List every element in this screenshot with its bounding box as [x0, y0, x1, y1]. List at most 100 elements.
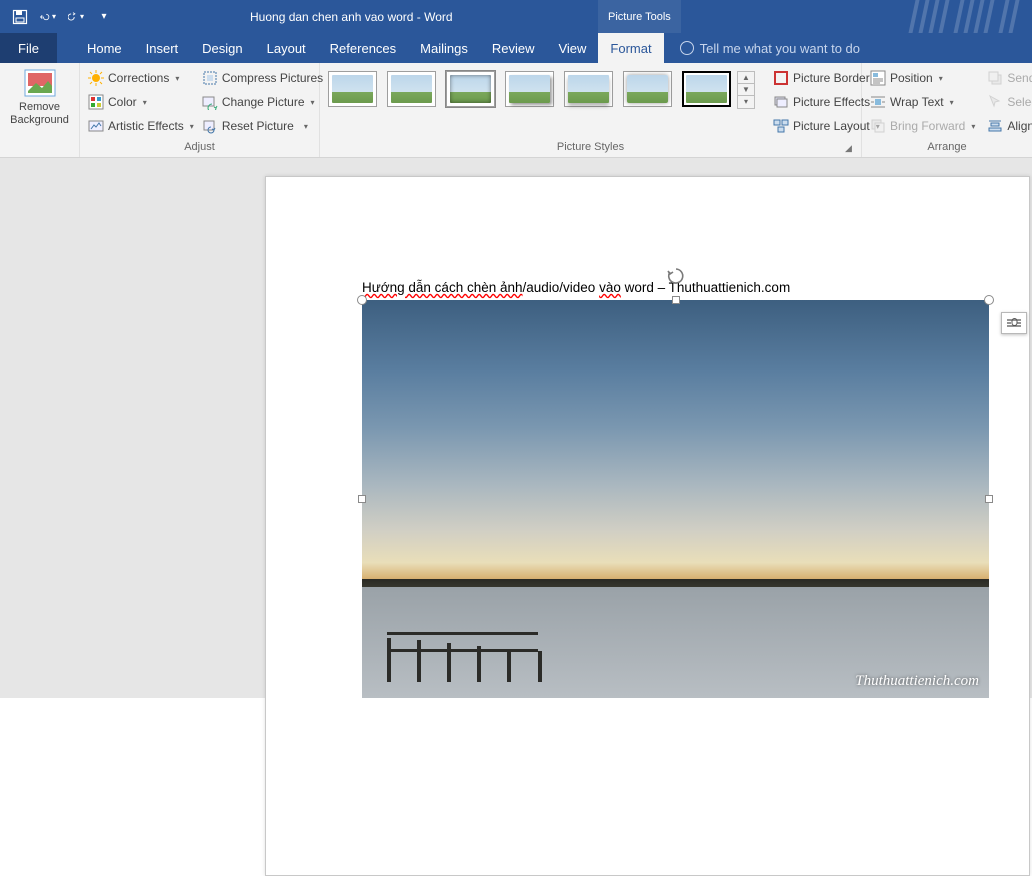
selection-pane-icon: [987, 94, 1003, 110]
picture-effects-icon: [773, 94, 789, 110]
handle-w[interactable]: [358, 495, 366, 503]
picture-border-label: Picture Border: [793, 71, 870, 85]
remove-background-button[interactable]: RemoveBackground: [8, 67, 71, 127]
styles-dialog-launcher[interactable]: ◢: [845, 143, 857, 155]
group-remove-bg: RemoveBackground: [0, 63, 80, 157]
wrap-text-button[interactable]: Wrap Text▾: [870, 91, 975, 113]
bring-forward-label: Bring Forward: [890, 119, 965, 133]
doc-text-c: vào: [599, 280, 621, 295]
ribbon-tabs: File Home Insert Design Layout Reference…: [0, 33, 1032, 63]
artistic-effects-button[interactable]: Artistic Effects▾: [88, 115, 194, 137]
reset-icon: [202, 118, 218, 134]
change-picture-icon: [202, 94, 218, 110]
ribbon: RemoveBackground Corrections▾ Color▾ Art…: [0, 63, 1032, 158]
image-content: Thuthuattienich.com: [362, 300, 989, 698]
tab-design[interactable]: Design: [190, 33, 254, 63]
selection-pane-button[interactable]: Select: [987, 91, 1032, 113]
gallery-down-button[interactable]: ▼: [738, 84, 754, 96]
picture-border-icon: [773, 70, 789, 86]
tab-references[interactable]: References: [318, 33, 408, 63]
style-thumb-4[interactable]: [505, 71, 554, 107]
picture-styles-gallery: ▲ ▼ ▾: [328, 67, 755, 109]
position-icon: [870, 70, 886, 86]
artistic-icon: [88, 118, 104, 134]
group-picture-styles: ▲ ▼ ▾ Picture Border▾ Picture Effects▾ P…: [320, 63, 862, 157]
title-bar: ▾ ▾ ▾ Huong dan chen anh vao word - Word…: [0, 0, 1032, 33]
gallery-up-button[interactable]: ▲: [738, 72, 754, 84]
tab-view[interactable]: View: [546, 33, 598, 63]
layout-options-button[interactable]: [1001, 312, 1027, 334]
redo-icon[interactable]: ▾: [68, 9, 84, 25]
picture-layout-icon: [773, 118, 789, 134]
doc-text-b: /audio/video: [523, 280, 600, 295]
reset-label: Reset Picture: [222, 119, 294, 133]
doc-text-d: word – Thuthuattienich.com: [621, 280, 790, 295]
send-backward-button[interactable]: Send: [987, 67, 1032, 89]
style-thumb-5[interactable]: [564, 71, 613, 107]
pier-graphic: [387, 626, 537, 682]
corrections-button[interactable]: Corrections▾: [88, 67, 194, 89]
send-backward-icon: [987, 70, 1003, 86]
handle-n[interactable]: [672, 296, 680, 304]
style-thumb-1[interactable]: [328, 71, 377, 107]
tab-home[interactable]: Home: [75, 33, 134, 63]
align-button[interactable]: Align: [987, 115, 1032, 137]
handle-ne[interactable]: [984, 295, 994, 305]
align-icon: [987, 118, 1003, 134]
compress-pictures-button[interactable]: Compress Pictures: [202, 67, 323, 89]
position-label: Position: [890, 71, 933, 85]
styles-group-title: Picture Styles: [328, 139, 853, 155]
handle-e[interactable]: [985, 495, 993, 503]
artistic-label: Artistic Effects: [108, 119, 184, 133]
tab-layout[interactable]: Layout: [255, 33, 318, 63]
wrap-text-label: Wrap Text: [890, 95, 944, 109]
group-spacer: [8, 139, 71, 155]
select-label: Select: [1007, 95, 1032, 109]
change-picture-button[interactable]: Change Picture▾: [202, 91, 323, 113]
color-icon: [88, 94, 104, 110]
group-adjust: Corrections▾ Color▾ Artistic Effects▾ Co…: [80, 63, 320, 157]
picture-layout-label: Picture Layout: [793, 119, 870, 133]
adjust-group-title: Adjust: [88, 139, 311, 155]
customize-qat-icon[interactable]: ▾: [96, 9, 112, 25]
title-decoration: [902, 0, 1032, 33]
undo-icon[interactable]: ▾: [40, 9, 56, 25]
corrections-icon: [88, 70, 104, 86]
corrections-label: Corrections: [108, 71, 169, 85]
arrange-group-title: Arrange: [870, 139, 1024, 155]
gallery-scroll: ▲ ▼ ▾: [737, 71, 755, 109]
bring-forward-button[interactable]: Bring Forward▾: [870, 115, 975, 137]
compress-icon: [202, 70, 218, 86]
position-button[interactable]: Position▾: [870, 67, 975, 89]
selected-image[interactable]: Thuthuattienich.com: [362, 300, 989, 698]
tab-insert[interactable]: Insert: [134, 33, 191, 63]
send-label: Send: [1007, 71, 1032, 85]
compress-label: Compress Pictures: [222, 71, 323, 85]
quick-access-toolbar: ▾ ▾ ▾: [0, 9, 112, 25]
change-picture-label: Change Picture: [222, 95, 305, 109]
layout-options-icon: [1005, 316, 1023, 331]
group-arrange: Position▾ Wrap Text▾ Bring Forward▾ Send: [862, 63, 1032, 157]
tab-file[interactable]: File: [0, 33, 57, 63]
bring-forward-icon: [870, 118, 886, 134]
style-thumb-3[interactable]: [446, 71, 495, 107]
tab-format[interactable]: Format: [598, 33, 663, 63]
gallery-more-button[interactable]: ▾: [738, 96, 754, 108]
tab-mailings[interactable]: Mailings: [408, 33, 480, 63]
image-watermark: Thuthuattienich.com: [855, 673, 979, 690]
handle-nw[interactable]: [357, 295, 367, 305]
document-text[interactable]: Hướng dẫn cách chèn ảnh/audio/video vào …: [362, 280, 790, 295]
style-thumb-6[interactable]: [623, 71, 672, 107]
doc-text-a: Hướng dẫn cách chèn ảnh: [362, 280, 523, 295]
tell-me-search[interactable]: Tell me what you want to do: [664, 33, 860, 63]
rotate-handle[interactable]: [666, 266, 686, 286]
style-thumb-7[interactable]: [682, 71, 731, 107]
color-button[interactable]: Color▾: [88, 91, 194, 113]
context-tab-label: Picture Tools: [598, 0, 681, 33]
window-title: Huong dan chen anh vao word - Word: [250, 10, 453, 24]
style-thumb-2[interactable]: [387, 71, 436, 107]
picture-effects-label: Picture Effects: [793, 95, 870, 109]
save-icon[interactable]: [12, 9, 28, 25]
reset-picture-button[interactable]: Reset Picture▾: [202, 115, 323, 137]
tab-review[interactable]: Review: [480, 33, 547, 63]
